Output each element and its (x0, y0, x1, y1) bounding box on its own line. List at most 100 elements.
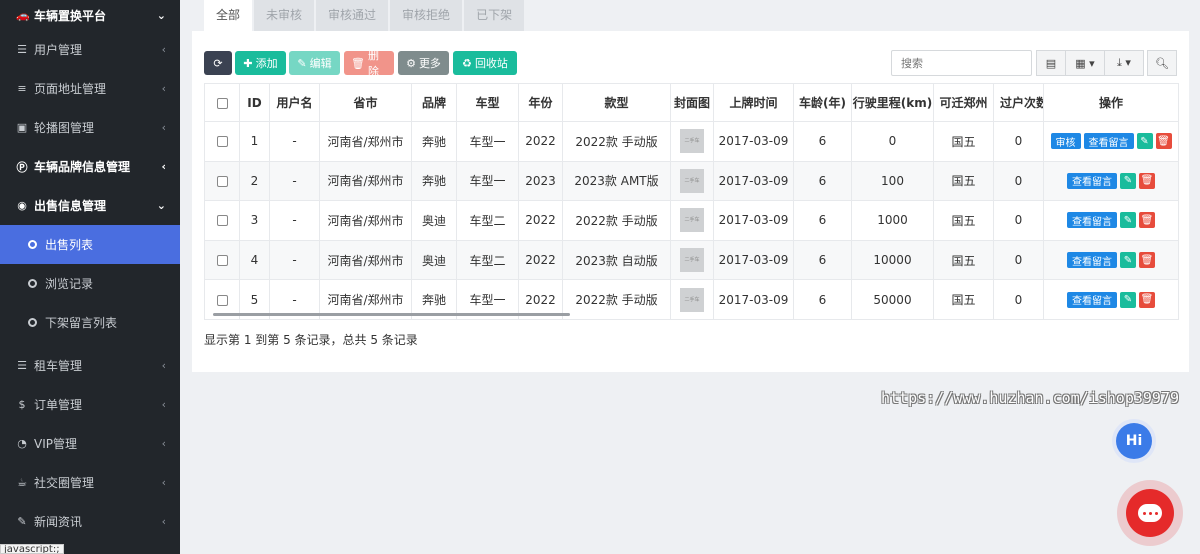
sidebar-item-users[interactable]: ☰ 用户管理 ‹ (0, 30, 180, 69)
row-delete-button[interactable]: 🗑 (1139, 212, 1155, 229)
pencil-icon: ✎ (1123, 254, 1133, 266)
tab-rejected[interactable]: 审核拒绝 (390, 0, 463, 31)
row-edit-button[interactable]: ✎ (1120, 212, 1136, 229)
cover-thumbnail[interactable]: 二手车 (680, 129, 704, 154)
row-select[interactable] (204, 121, 240, 162)
tab-approved[interactable]: 审核通过 (316, 0, 389, 31)
cell-style: 2023款 AMT版 (562, 160, 671, 202)
view-messages-button[interactable]: 查看留言 (1067, 252, 1117, 269)
row-select[interactable] (204, 200, 240, 241)
sidebar-item-brands[interactable]: Ⓟ 车辆品牌信息管理 ‹ (0, 147, 180, 186)
coffee-icon: ☕ (17, 476, 27, 489)
cover-thumbnail[interactable]: 二手车 (680, 208, 704, 233)
column-header[interactable]: 车龄(年) (793, 83, 852, 122)
export-button[interactable]: ⤓ ▾ (1104, 50, 1144, 76)
columns-button[interactable]: ▦ ▾ (1065, 50, 1105, 76)
search-input[interactable] (891, 50, 1032, 76)
cell-id: 2 (239, 160, 270, 202)
circle-icon (28, 240, 37, 249)
cell-actions: 查看留言 ✎ 🗑 (1043, 279, 1179, 320)
search-button[interactable]: 🔍︎ (1147, 50, 1177, 76)
sidebar-item-banners[interactable]: ▣ 轮播图管理 ‹ (0, 108, 180, 147)
sidebar-item-news[interactable]: ✎ 新闻资讯 ‹ (0, 502, 180, 541)
column-header[interactable]: 车型 (456, 83, 519, 122)
column-header[interactable]: 上牌时间 (713, 83, 794, 122)
checkbox[interactable] (216, 294, 228, 306)
sidebar-item-social[interactable]: ☕ 社交圈管理 ‹ (0, 463, 180, 502)
column-header[interactable]: 行驶里程(km) (851, 83, 934, 122)
row-delete-button[interactable]: 🗑 (1139, 291, 1155, 308)
column-header[interactable]: 款型 (562, 83, 671, 122)
chat-button[interactable] (1117, 480, 1183, 546)
toggle-view-button[interactable]: ▤ (1036, 50, 1066, 76)
row-select[interactable] (204, 160, 240, 202)
row-delete-button[interactable]: 🗑 (1139, 172, 1155, 189)
search-icon: 🔍︎ (1155, 56, 1169, 70)
cover-thumbnail[interactable]: 二手车 (680, 248, 704, 273)
column-header[interactable]: 用户名 (269, 83, 320, 122)
sidebar-item-orders[interactable]: $ 订单管理 ‹ (0, 385, 180, 424)
more-button[interactable]: ⚙ 更多 (398, 51, 449, 75)
cell-age: 6 (793, 279, 852, 320)
column-header[interactable]: 过户次数 (993, 83, 1044, 122)
row-delete-button[interactable]: 🗑 (1139, 252, 1155, 269)
cover-thumbnail[interactable]: 二手车 (680, 287, 704, 312)
grid-icon: ▦ ▾ (1075, 56, 1095, 70)
tab-all[interactable]: 全部 (204, 0, 253, 31)
cell-style: 2022款 手动版 (562, 200, 671, 241)
hi-assistant-button[interactable]: Hi (1112, 419, 1156, 463)
row-edit-button[interactable]: ✎ (1120, 291, 1136, 308)
sidebar-item-label: 出售列表 (45, 238, 94, 252)
trash-icon: 🗑 (1140, 254, 1154, 266)
delete-button[interactable]: 🗑 删除 (344, 49, 394, 78)
cell-mileage: 10000 (851, 239, 934, 281)
checkbox[interactable] (216, 175, 228, 187)
circle-icon (28, 318, 37, 327)
recycle-bin-button[interactable]: ♻ 回收站 (453, 51, 517, 75)
row-edit-button[interactable]: ✎ (1136, 133, 1153, 150)
horizontal-scrollbar[interactable] (213, 313, 570, 316)
sidebar-item-label: 轮播图管理 (34, 121, 95, 135)
view-messages-button[interactable]: 查看留言 (1067, 172, 1117, 189)
sidebar-item-sale-list[interactable]: 出售列表 (0, 225, 180, 264)
chevron-left-icon: ‹ (161, 515, 166, 528)
column-header[interactable]: 封面图 (670, 83, 714, 122)
review-button[interactable]: 审核 (1050, 133, 1081, 150)
column-header[interactable]: 品牌 (411, 83, 457, 122)
view-messages-button[interactable]: 查看留言 (1067, 212, 1117, 229)
row-delete-button[interactable]: 🗑 (1155, 133, 1172, 150)
sidebar-item-pages[interactable]: ≡ 页面地址管理 ‹ (0, 69, 180, 108)
download-icon: ⤓ ▾ (1117, 56, 1131, 69)
refresh-button[interactable]: ⟳ (204, 51, 232, 75)
add-button[interactable]: ✚ 添加 (235, 51, 286, 75)
checkbox[interactable] (216, 255, 228, 267)
sidebar-item-platform[interactable]: 🚗 车辆置换平台 ⌄ (0, 0, 180, 30)
row-select[interactable] (204, 239, 240, 281)
table-row: 2- 河南省/郑州市 奔驰 车型一 2023 2023款 AMT版 二手车 2017-03-0… (204, 160, 1179, 202)
column-header[interactable]: 可迁郑州 (933, 83, 994, 122)
sidebar-item-sales[interactable]: ◉ 出售信息管理 ⌄ (0, 186, 180, 225)
checkbox[interactable] (216, 97, 228, 109)
sidebar-item-offshelf-messages[interactable]: 下架留言列表 (0, 303, 180, 342)
row-edit-button[interactable]: ✎ (1120, 172, 1136, 189)
checkbox[interactable] (216, 136, 228, 148)
tab-offshelf[interactable]: 已下架 (464, 0, 525, 31)
select-all-header[interactable] (204, 83, 240, 122)
view-messages-button[interactable]: 查看留言 (1083, 133, 1134, 150)
edit-button[interactable]: ✎ 编辑 (289, 51, 340, 75)
sidebar-item-browse-history[interactable]: 浏览记录 (0, 264, 180, 303)
menu-icon: ≡ (17, 82, 27, 95)
cell-year: 2022 (518, 121, 563, 162)
column-header[interactable]: 年份 (518, 83, 563, 122)
checkbox[interactable] (216, 215, 228, 227)
tab-unreviewed[interactable]: 未审核 (254, 0, 315, 31)
sidebar-item-rental[interactable]: ☰ 租车管理 ‹ (0, 346, 180, 385)
cell-brand: 奔驰 (411, 121, 457, 162)
view-messages-button[interactable]: 查看留言 (1067, 291, 1117, 308)
column-header[interactable]: ID (239, 83, 270, 122)
row-edit-button[interactable]: ✎ (1120, 252, 1136, 269)
cell-transfers: 0 (993, 200, 1044, 241)
column-header[interactable]: 省市 (319, 83, 412, 122)
sidebar-item-vip[interactable]: ◔ VIP管理 ‹ (0, 424, 180, 463)
cover-thumbnail[interactable]: 二手车 (680, 168, 704, 193)
